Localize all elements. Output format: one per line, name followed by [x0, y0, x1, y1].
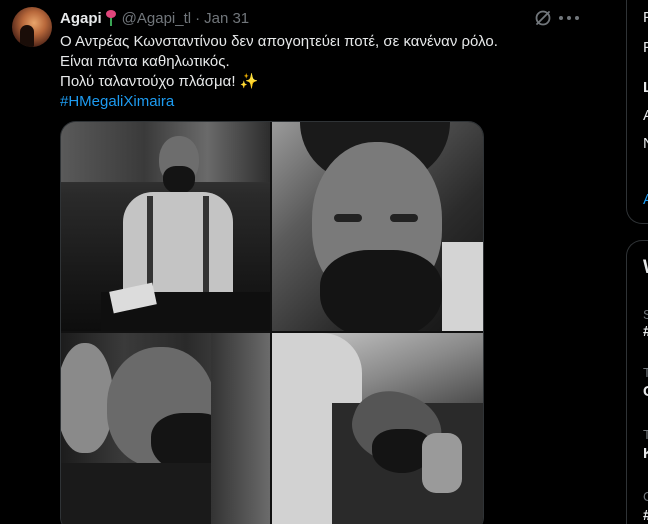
flower-icon	[104, 10, 118, 26]
sidebar-trend-4[interactable]: #	[643, 507, 648, 524]
sidebar-trend-2-category: T	[643, 365, 648, 380]
sidebar-trend-4-category: C	[643, 489, 648, 504]
timeline: Agapi @Agapi_tl · Jan 31 Ο Αντρέας Κωνστ…	[0, 0, 594, 524]
user-handle[interactable]: @Agapi_tl	[122, 10, 191, 27]
tweet-date[interactable]: Jan 31	[204, 10, 249, 27]
tweet-line-3: Πολύ ταλαντούχο πλάσμα! ✨	[60, 72, 580, 92]
photo-4[interactable]	[272, 333, 483, 524]
sparkle-icon: ✨	[239, 73, 259, 90]
tweet-header: Agapi @Agapi_tl · Jan 31	[60, 8, 249, 28]
tweet[interactable]: Agapi @Agapi_tl · Jan 31 Ο Αντρέας Κωνστ…	[0, 0, 594, 524]
sidebar-trend-2[interactable]: C	[643, 383, 648, 400]
tweet-line-3-text: Πολύ ταλαντούχο πλάσμα!	[60, 73, 240, 90]
sidebar-card2-heading: W	[643, 257, 648, 279]
tweet-line-1: Ο Αντρέας Κωνσταντίνου δεν απογοητεύει π…	[60, 33, 498, 50]
sidebar-card1-heading: L	[643, 79, 648, 96]
right-sidebar: F P L A N A W S # T C T K C #	[626, 0, 648, 524]
avatar-figure	[20, 25, 34, 47]
tweet-text: Ο Αντρέας Κωνσταντίνου δεν απογοητεύει π…	[60, 32, 580, 112]
sidebar-card1-line-4: N	[643, 135, 648, 152]
sidebar-trend-3-category: T	[643, 427, 648, 442]
sidebar-trend-3[interactable]: K	[643, 445, 648, 462]
hashtag-link[interactable]: #HMegaliXimaira	[60, 93, 174, 110]
sidebar-trend-1-category: S	[643, 307, 648, 322]
separator-dot: ·	[195, 9, 201, 27]
sidebar-trend-1[interactable]: #	[643, 323, 648, 340]
photo-3[interactable]	[61, 333, 270, 524]
sidebar-card1-line-3: A	[643, 107, 648, 124]
media-grid	[60, 121, 484, 524]
tweet-line-2: Είναι πάντα καθηλωτικός.	[60, 53, 230, 70]
avatar[interactable]	[12, 7, 52, 47]
sidebar-card1-line-1: F	[643, 9, 648, 26]
sidebar-card-1: F P L A N A	[626, 0, 648, 224]
sidebar-card-2: W S # T C T K C #	[626, 240, 648, 524]
photo-2[interactable]	[272, 122, 483, 331]
photo-1[interactable]	[61, 122, 270, 331]
display-name[interactable]: Agapi	[60, 10, 102, 27]
more-icon[interactable]	[559, 9, 579, 27]
grok-icon[interactable]	[534, 9, 552, 27]
sidebar-card1-link[interactable]: A	[643, 191, 648, 208]
page: Agapi @Agapi_tl · Jan 31 Ο Αντρέας Κωνστ…	[0, 0, 648, 524]
sidebar-card1-line-2: P	[643, 39, 648, 56]
